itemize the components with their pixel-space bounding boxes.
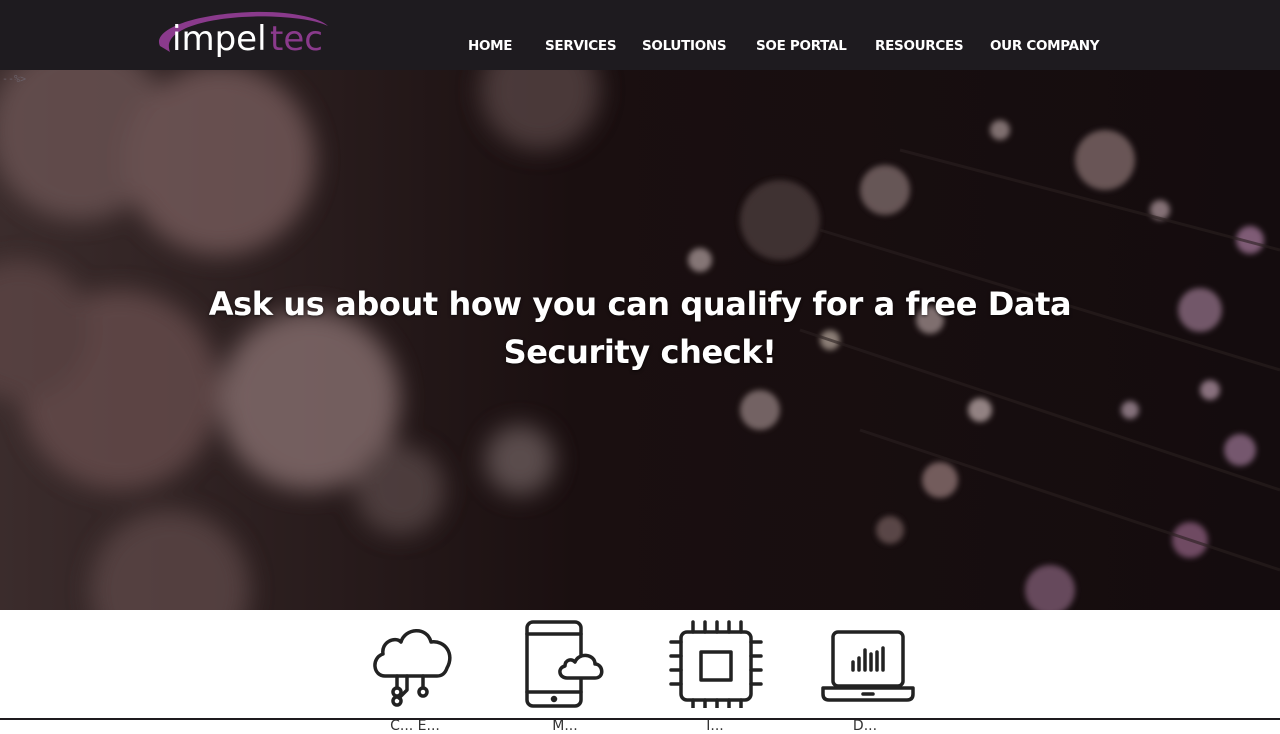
feature-data[interactable]: D... (805, 618, 925, 734)
nav-services[interactable]: SERVICES (545, 38, 617, 54)
logo-text-tec: tec (270, 19, 323, 59)
hero-headline: Ask us about how you can qualify for a f… (200, 280, 1080, 376)
cpu-chip-icon (669, 620, 763, 708)
feature-cloud-label: C... E... (390, 718, 440, 734)
hero-banner: --%> Ask us about how you can qualify fo… (0, 70, 1280, 610)
feature-mobile-label: M... (552, 718, 578, 734)
nav-home[interactable]: HOME (468, 38, 513, 54)
impeltec-logo[interactable]: impel tec (152, 8, 332, 64)
feature-infrastructure-label: I... (706, 718, 724, 734)
feature-data-label: D... (852, 718, 878, 734)
nav-our-company[interactable]: OUR COMPANY (990, 38, 1100, 54)
logo-swoosh-icon: impel tec (158, 11, 328, 59)
feature-cloud[interactable]: C... E... (355, 618, 475, 734)
nav-soe-portal[interactable]: SOE PORTAL (756, 38, 847, 54)
nav-resources[interactable]: RESOURCES (875, 38, 964, 54)
mobile-cloud-icon (525, 620, 604, 708)
cloud-network-icon (373, 629, 452, 707)
feature-infrastructure[interactable]: I... (655, 618, 775, 734)
stray-template-text: --%> (2, 74, 27, 85)
nav-solutions[interactable]: SOLUTIONS (642, 38, 727, 54)
feature-icons-row: C... E... M... I... D... (0, 610, 1280, 734)
laptop-chart-icon (821, 630, 915, 702)
hero-headline-line1: Ask us about how you can qualify for a f… (208, 285, 1072, 323)
hero-headline-line2: Security check! (503, 333, 777, 371)
site-header: impel tec HOME SERVICES SOLUTIONS SOE PO… (0, 0, 1280, 70)
feature-mobile[interactable]: M... (505, 618, 625, 734)
logo-text-impel: impel (172, 19, 267, 59)
